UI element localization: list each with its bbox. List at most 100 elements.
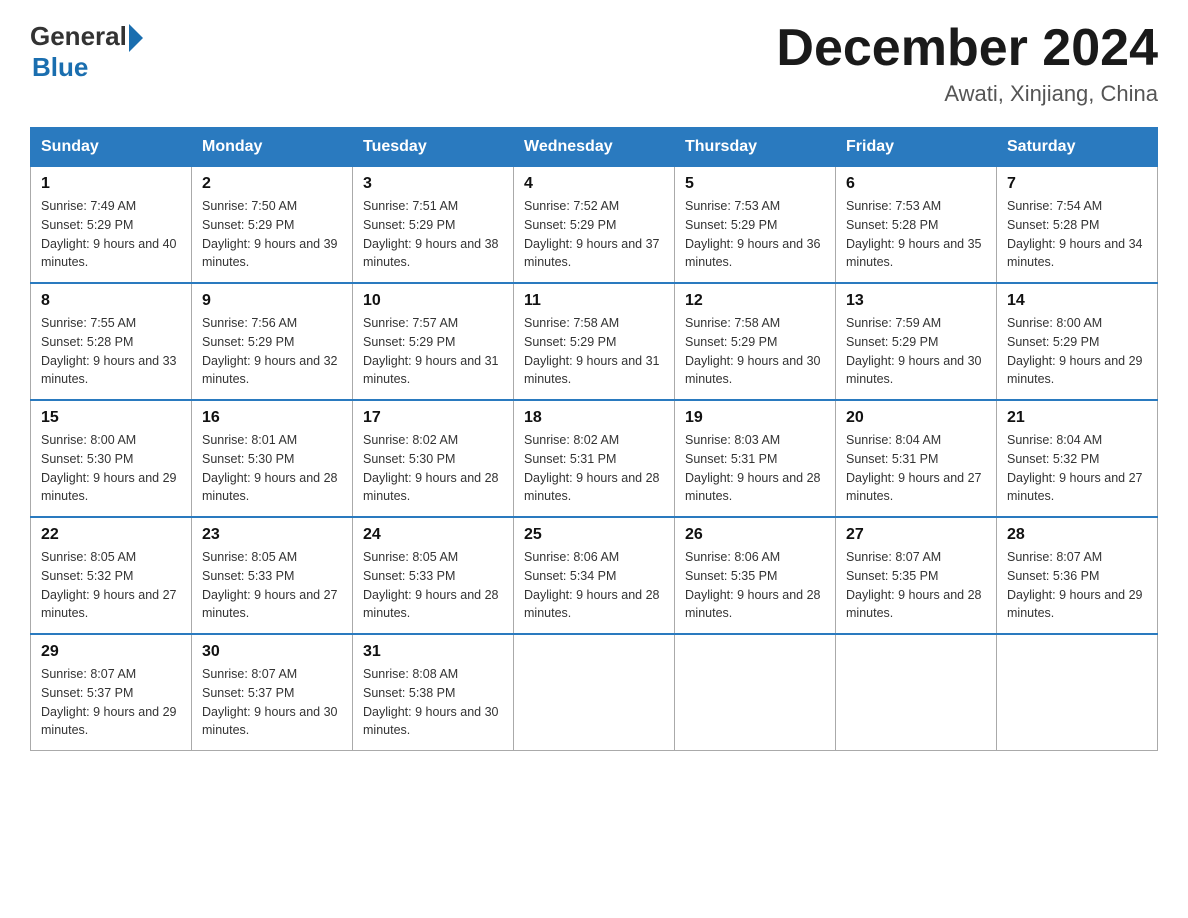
calendar-cell: 25 Sunrise: 8:06 AMSunset: 5:34 PMDayligh… — [514, 517, 675, 634]
calendar-cell: 13Sunrise: 7:59 AMSunset: 5:29 PMDayligh… — [836, 283, 997, 400]
calendar-cell — [997, 634, 1158, 751]
day-number: 10 — [363, 292, 503, 310]
calendar-cell: 12Sunrise: 7:58 AMSunset: 5:29 PMDayligh… — [675, 283, 836, 400]
day-number: 28 — [1007, 526, 1147, 544]
day-info: Sunrise: 7:58 AMSunset: 5:29 PMDaylight:… — [524, 314, 664, 389]
header-tuesday: Tuesday — [353, 128, 514, 167]
day-info: Sunrise: 8:01 AMSunset: 5:30 PMDaylight:… — [202, 431, 342, 506]
day-info: Sunrise: 7:57 AMSunset: 5:29 PMDaylight:… — [363, 314, 503, 389]
day-number: 29 — [41, 643, 181, 661]
calendar-cell: 26Sunrise: 8:06 AMSunset: 5:35 PMDayligh… — [675, 517, 836, 634]
day-info: Sunrise: 8:06 AMSunset: 5:34 PMDaylight:… — [524, 548, 664, 623]
day-number: 25 — [524, 526, 664, 544]
day-number: 17 — [363, 409, 503, 427]
day-number: 16 — [202, 409, 342, 427]
day-info: Sunrise: 7:53 AMSunset: 5:28 PMDaylight:… — [846, 197, 986, 272]
day-number: 2 — [202, 175, 342, 193]
calendar-cell: 11 Sunrise: 7:58 AMSunset: 5:29 PMDayligh… — [514, 283, 675, 400]
logo: General Blue — [30, 20, 143, 83]
page-header: General Blue December 2024 Awati, Xinjia… — [30, 20, 1158, 107]
day-number: 3 — [363, 175, 503, 193]
day-info: Sunrise: 8:00 AMSunset: 5:29 PMDaylight:… — [1007, 314, 1147, 389]
logo-blue-text: Blue — [32, 52, 143, 83]
day-info: Sunrise: 7:51 AMSunset: 5:29 PMDaylight:… — [363, 197, 503, 272]
day-number: 5 — [685, 175, 825, 193]
calendar-cell — [675, 634, 836, 751]
day-info: Sunrise: 8:07 AMSunset: 5:36 PMDaylight:… — [1007, 548, 1147, 623]
day-info: Sunrise: 7:50 AMSunset: 5:29 PMDaylight:… — [202, 197, 342, 272]
calendar-cell: 3 Sunrise: 7:51 AMSunset: 5:29 PMDaylight… — [353, 167, 514, 284]
day-info: Sunrise: 8:00 AMSunset: 5:30 PMDaylight:… — [41, 431, 181, 506]
calendar-cell: 30 Sunrise: 8:07 AMSunset: 5:37 PMDayligh… — [192, 634, 353, 751]
day-number: 21 — [1007, 409, 1147, 427]
calendar-cell — [514, 634, 675, 751]
day-number: 4 — [524, 175, 664, 193]
day-number: 22 — [41, 526, 181, 544]
calendar-cell: 31Sunrise: 8:08 AMSunset: 5:38 PMDayligh… — [353, 634, 514, 751]
header-sunday: Sunday — [31, 128, 192, 167]
day-number: 7 — [1007, 175, 1147, 193]
calendar-cell: 8Sunrise: 7:55 AMSunset: 5:28 PMDaylight… — [31, 283, 192, 400]
header-wednesday: Wednesday — [514, 128, 675, 167]
calendar-cell: 19Sunrise: 8:03 AMSunset: 5:31 PMDayligh… — [675, 400, 836, 517]
calendar-cell: 16 Sunrise: 8:01 AMSunset: 5:30 PMDayligh… — [192, 400, 353, 517]
calendar-cell: 28 Sunrise: 8:07 AMSunset: 5:36 PMDayligh… — [997, 517, 1158, 634]
day-number: 9 — [202, 292, 342, 310]
calendar-cell: 9 Sunrise: 7:56 AMSunset: 5:29 PMDaylight… — [192, 283, 353, 400]
day-number: 20 — [846, 409, 986, 427]
calendar-week-row: 22 Sunrise: 8:05 AMSunset: 5:32 PMDayligh… — [31, 517, 1158, 634]
header-thursday: Thursday — [675, 128, 836, 167]
day-number: 19 — [685, 409, 825, 427]
calendar-cell: 4 Sunrise: 7:52 AMSunset: 5:29 PMDaylight… — [514, 167, 675, 284]
calendar-week-row: 29 Sunrise: 8:07 AMSunset: 5:37 PMDayligh… — [31, 634, 1158, 751]
day-info: Sunrise: 8:02 AMSunset: 5:31 PMDaylight:… — [524, 431, 664, 506]
calendar-week-row: 15 Sunrise: 8:00 AMSunset: 5:30 PMDayligh… — [31, 400, 1158, 517]
calendar-cell: 23Sunrise: 8:05 AMSunset: 5:33 PMDayligh… — [192, 517, 353, 634]
day-number: 11 — [524, 292, 664, 310]
calendar-cell: 20 Sunrise: 8:04 AMSunset: 5:31 PMDayligh… — [836, 400, 997, 517]
day-info: Sunrise: 7:56 AMSunset: 5:29 PMDaylight:… — [202, 314, 342, 389]
calendar-cell: 17 Sunrise: 8:02 AMSunset: 5:30 PMDayligh… — [353, 400, 514, 517]
day-info: Sunrise: 8:05 AMSunset: 5:33 PMDaylight:… — [202, 548, 342, 623]
day-number: 24 — [363, 526, 503, 544]
day-info: Sunrise: 8:07 AMSunset: 5:37 PMDaylight:… — [202, 665, 342, 740]
calendar-cell: 2 Sunrise: 7:50 AMSunset: 5:29 PMDaylight… — [192, 167, 353, 284]
calendar-cell — [836, 634, 997, 751]
calendar-cell: 22 Sunrise: 8:05 AMSunset: 5:32 PMDayligh… — [31, 517, 192, 634]
header-friday: Friday — [836, 128, 997, 167]
calendar-cell: 27 Sunrise: 8:07 AMSunset: 5:35 PMDayligh… — [836, 517, 997, 634]
day-info: Sunrise: 8:04 AMSunset: 5:31 PMDaylight:… — [846, 431, 986, 506]
day-number: 14 — [1007, 292, 1147, 310]
calendar-cell: 1 Sunrise: 7:49 AMSunset: 5:29 PMDaylight… — [31, 167, 192, 284]
title-block: December 2024 Awati, Xinjiang, China — [776, 20, 1158, 107]
day-info: Sunrise: 8:04 AMSunset: 5:32 PMDaylight:… — [1007, 431, 1147, 506]
day-number: 15 — [41, 409, 181, 427]
day-info: Sunrise: 7:55 AMSunset: 5:28 PMDaylight:… — [41, 314, 181, 389]
day-info: Sunrise: 8:08 AMSunset: 5:38 PMDaylight:… — [363, 665, 503, 740]
calendar-cell: 7 Sunrise: 7:54 AMSunset: 5:28 PMDaylight… — [997, 167, 1158, 284]
calendar-cell: 15 Sunrise: 8:00 AMSunset: 5:30 PMDayligh… — [31, 400, 192, 517]
day-info: Sunrise: 7:52 AMSunset: 5:29 PMDaylight:… — [524, 197, 664, 272]
calendar-cell: 5Sunrise: 7:53 AMSunset: 5:29 PMDaylight… — [675, 167, 836, 284]
calendar-table: SundayMondayTuesdayWednesdayThursdayFrid… — [30, 127, 1158, 751]
day-info: Sunrise: 7:49 AMSunset: 5:29 PMDaylight:… — [41, 197, 181, 272]
day-info: Sunrise: 7:59 AMSunset: 5:29 PMDaylight:… — [846, 314, 986, 389]
calendar-cell: 21 Sunrise: 8:04 AMSunset: 5:32 PMDayligh… — [997, 400, 1158, 517]
day-info: Sunrise: 7:54 AMSunset: 5:28 PMDaylight:… — [1007, 197, 1147, 272]
day-info: Sunrise: 8:07 AMSunset: 5:35 PMDaylight:… — [846, 548, 986, 623]
logo-general-text: General — [30, 21, 127, 52]
day-number: 30 — [202, 643, 342, 661]
calendar-cell: 10 Sunrise: 7:57 AMSunset: 5:29 PMDayligh… — [353, 283, 514, 400]
day-info: Sunrise: 8:05 AMSunset: 5:32 PMDaylight:… — [41, 548, 181, 623]
day-info: Sunrise: 8:02 AMSunset: 5:30 PMDaylight:… — [363, 431, 503, 506]
day-number: 26 — [685, 526, 825, 544]
day-number: 27 — [846, 526, 986, 544]
header-saturday: Saturday — [997, 128, 1158, 167]
calendar-week-row: 1 Sunrise: 7:49 AMSunset: 5:29 PMDaylight… — [31, 167, 1158, 284]
day-number: 6 — [846, 175, 986, 193]
day-number: 18 — [524, 409, 664, 427]
day-info: Sunrise: 8:07 AMSunset: 5:37 PMDaylight:… — [41, 665, 181, 740]
calendar-cell: 24Sunrise: 8:05 AMSunset: 5:33 PMDayligh… — [353, 517, 514, 634]
day-number: 1 — [41, 175, 181, 193]
header-monday: Monday — [192, 128, 353, 167]
